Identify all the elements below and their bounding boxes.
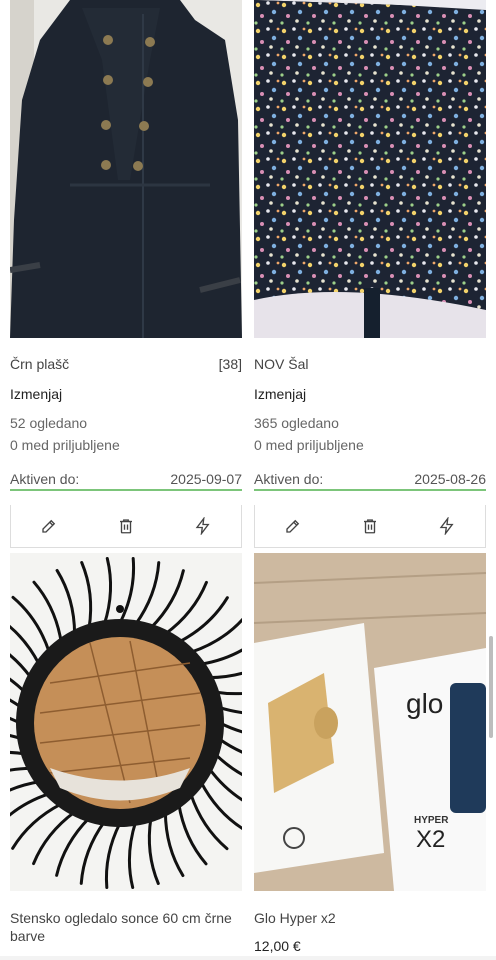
active-date: 2025-08-26 [414, 471, 486, 487]
listing-title[interactable]: Črn plašč [10, 356, 69, 372]
scrollbar[interactable] [489, 636, 493, 738]
listing-actions [10, 505, 242, 548]
active-label: Aktiven do: [10, 471, 80, 487]
pencil-icon[interactable] [36, 513, 62, 539]
box-brand: glo [406, 688, 443, 719]
active-date: 2025-09-07 [170, 471, 242, 487]
trash-icon[interactable] [357, 513, 383, 539]
exchange-link[interactable]: Izmenjaj [10, 386, 62, 402]
listing-title-row: Črn plašč [38] [10, 356, 242, 372]
favorites-count: 0 med priljubljene [10, 437, 120, 453]
listing-title[interactable]: NOV Šal [254, 356, 308, 372]
pencil-icon[interactable] [280, 513, 306, 539]
listing-image-mirror[interactable] [10, 553, 242, 891]
active-until-row: Aktiven do: 2025-09-07 [10, 471, 242, 491]
listing-title-row: NOV Šal [254, 356, 486, 372]
views-count: 52 ogledano [10, 415, 88, 431]
trash-icon[interactable] [113, 513, 139, 539]
box-model: HYPER [414, 815, 449, 826]
listing-size: [38] [218, 356, 242, 372]
listing-title[interactable]: Glo Hyper x2 [254, 909, 486, 927]
favorites-count: 0 med priljubljene [254, 437, 364, 453]
exchange-link[interactable]: Izmenjaj [254, 386, 306, 402]
active-until-row: Aktiven do: 2025-08-26 [254, 471, 486, 491]
box-model-sub: X2 [416, 826, 445, 853]
listing-price: 12,00 € [254, 938, 301, 954]
lightning-icon[interactable] [190, 513, 216, 539]
views-count: 365 ogledano [254, 415, 339, 431]
divider [0, 956, 496, 960]
active-label: Aktiven do: [254, 471, 324, 487]
lightning-icon[interactable] [434, 513, 460, 539]
listing-image-scarf[interactable] [254, 0, 486, 338]
listing-title[interactable]: Stensko ogledalo sonce 60 cm črne barve [10, 909, 242, 945]
listing-actions [254, 505, 486, 548]
listing-image-glo[interactable]: glo HYPER X2 [254, 553, 486, 891]
listing-image-coat[interactable] [10, 0, 242, 338]
